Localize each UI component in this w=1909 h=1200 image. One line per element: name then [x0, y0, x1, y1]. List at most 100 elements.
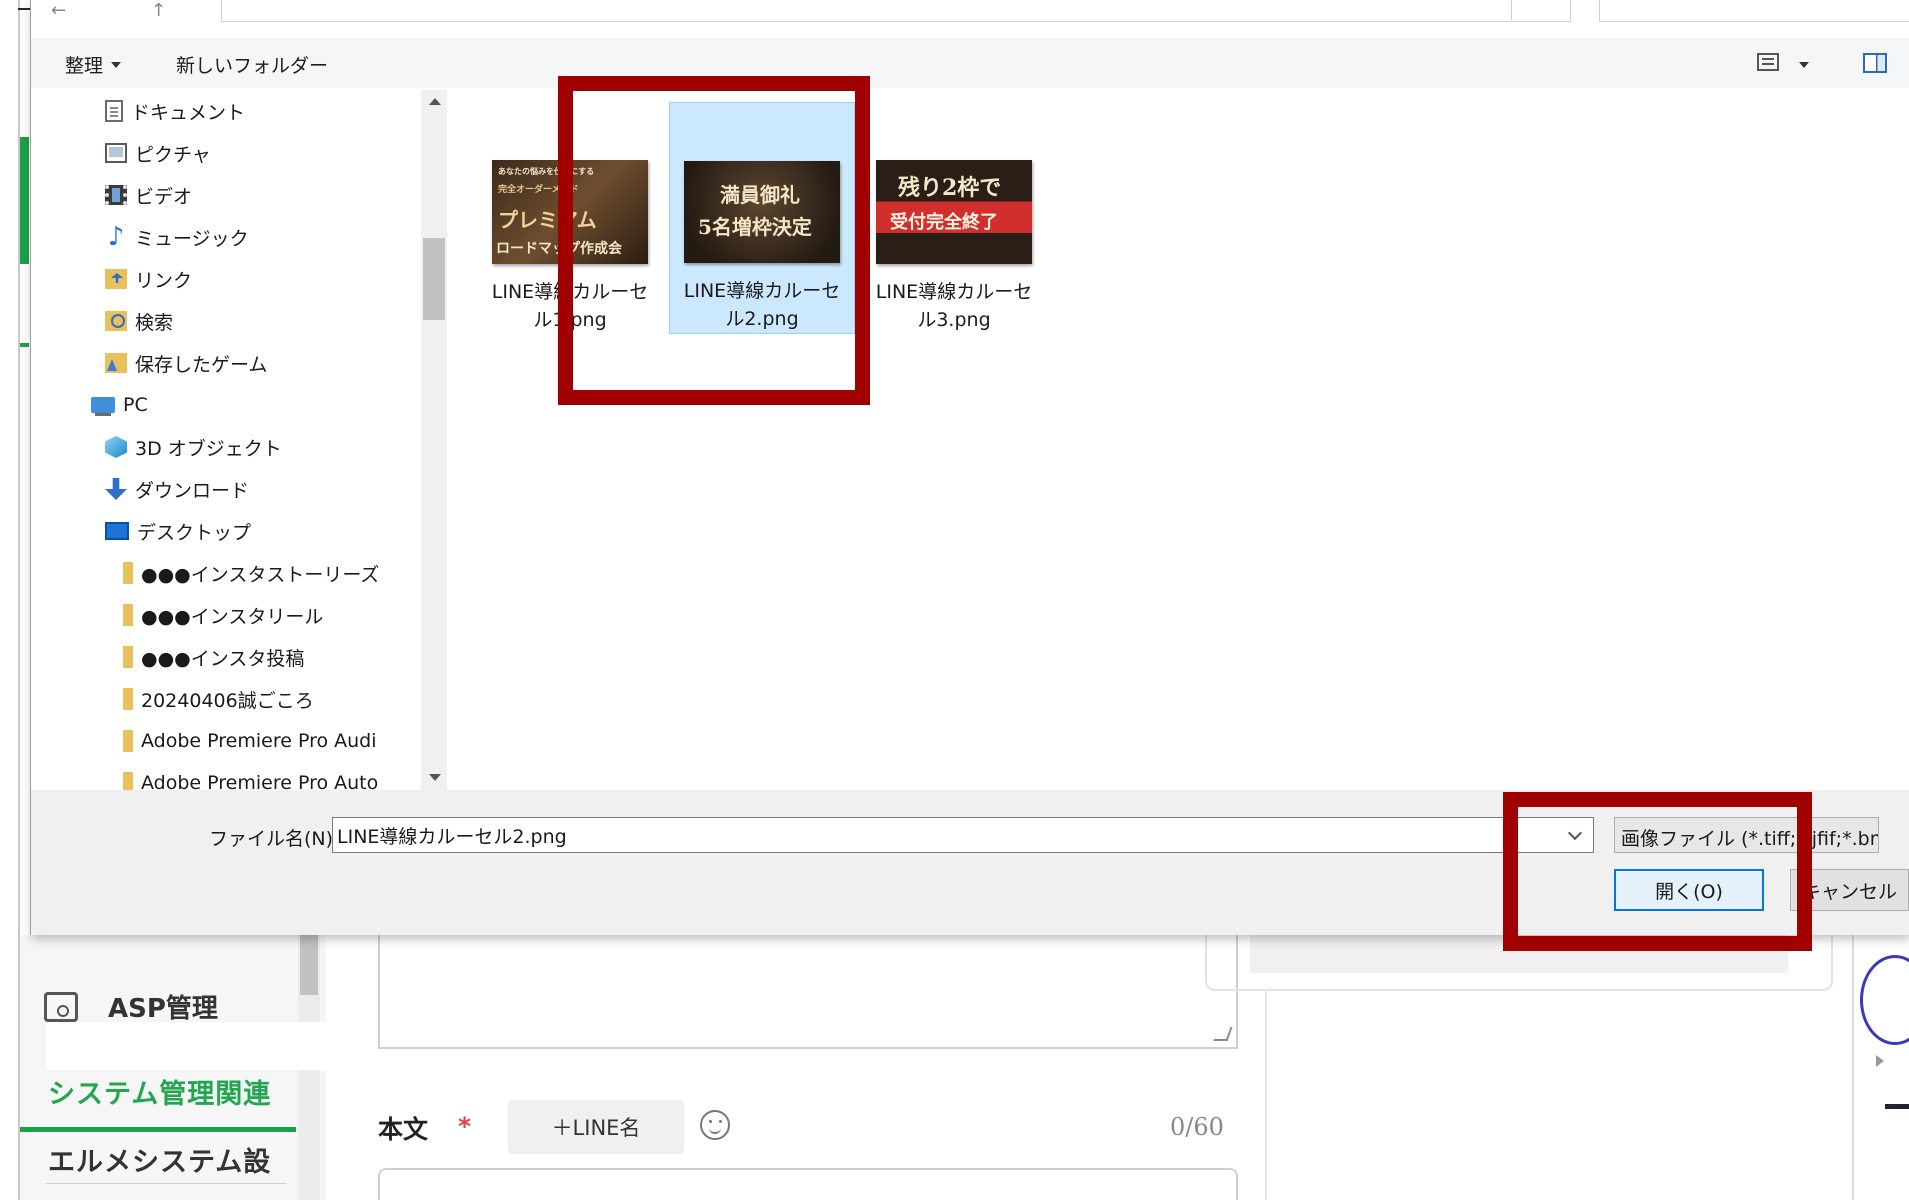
search-input[interactable] [1599, 0, 1909, 22]
sidebar-item-lme-system-settings[interactable]: エルメシステム設 [48, 1140, 271, 1179]
view-options-icon[interactable] [1757, 53, 1779, 71]
insert-line-name-button[interactable]: ＋LINE名 [508, 1100, 684, 1154]
nav-item-pc[interactable]: PC [91, 390, 148, 420]
desktop-icon [105, 522, 129, 540]
nav-item-label: Adobe Premiere Pro Auto [141, 772, 379, 790]
nav-item-label: 3D オブジェクト [135, 437, 282, 460]
nav-item-folder[interactable]: ●●●インスタ投稿 [123, 642, 304, 672]
up-arrow-icon[interactable]: ↑ [151, 0, 166, 21]
nav-item-folder[interactable]: ●●●インスタストーリーズ [123, 558, 379, 588]
nav-item-label: ビデオ [135, 185, 193, 208]
body-textarea[interactable] [378, 1168, 1238, 1200]
nav-item-label: ミュージック [135, 227, 249, 250]
preview-circle-graphic [1860, 955, 1909, 1045]
sidebar-active-indicator [20, 137, 29, 264]
nav-item-label: デスクトップ [137, 521, 252, 544]
filename-input[interactable] [332, 817, 1594, 853]
nav-item-folder[interactable]: 20240406誠ごころ [123, 684, 314, 714]
folder-icon [123, 562, 133, 584]
organize-button[interactable]: 整理 [65, 51, 122, 78]
column-divider [1265, 990, 1267, 1200]
3d-objects-icon [105, 436, 127, 458]
sidebar-scrollbar-thumb[interactable] [300, 935, 318, 995]
thumb-text: 残り2枠で [898, 175, 1002, 201]
nav-item-links[interactable]: リンク [105, 264, 192, 294]
message-textarea[interactable] [378, 935, 1238, 1049]
folder-icon [123, 604, 133, 626]
nav-item-saved-games[interactable]: 保存したゲーム [105, 348, 267, 378]
emoji-icon[interactable] [700, 1110, 730, 1140]
nav-item-label: ピクチャ [135, 143, 211, 166]
body-field-label: 本文 [378, 1115, 429, 1144]
highlight-box-selected-file [558, 76, 870, 405]
nav-pane-scrollbar[interactable] [421, 90, 447, 790]
download-icon [105, 478, 127, 500]
nav-item-folder[interactable]: ●●●インスタリール [123, 600, 323, 630]
view-chevron-down-icon[interactable] [1799, 62, 1809, 68]
preview-pane-icon[interactable] [1863, 53, 1887, 73]
nav-item-label: ●●●インスタストーリーズ [141, 563, 380, 586]
file-thumbnail: 残り2枠で 受付完全終了 [876, 160, 1032, 264]
thumb-text: 受付完全終了 [890, 212, 998, 233]
address-bar[interactable] [221, 0, 1571, 22]
nav-item-label: 保存したゲーム [135, 353, 268, 376]
nav-scrollbar-thumb[interactable] [423, 238, 445, 320]
pc-icon [91, 397, 115, 416]
scroll-down-icon[interactable] [429, 774, 441, 781]
chevron-down-icon [111, 61, 122, 68]
filename-label: ファイル名(N): [209, 828, 340, 850]
nav-item-label: 20240406誠ごころ [141, 689, 314, 712]
dark-bar-graphic [1885, 1104, 1909, 1109]
required-mark: * [458, 1112, 472, 1141]
new-folder-button[interactable]: 新しいフォルダー [176, 51, 328, 78]
nav-item-label: PC [123, 394, 148, 416]
video-icon [105, 185, 127, 205]
nav-item-searches[interactable]: 検索 [105, 306, 173, 336]
folder-icon [123, 772, 133, 790]
resize-handle-icon[interactable] [1213, 1027, 1233, 1041]
nav-item-desktop[interactable]: デスクトップ [105, 516, 251, 546]
sidebar-indicator-small [20, 343, 29, 347]
nav-item-documents[interactable]: ドキュメント [105, 96, 245, 126]
nav-item-label: ダウンロード [135, 479, 250, 502]
section-underline [20, 1127, 296, 1132]
folder-icon [123, 646, 133, 668]
asp-management-icon [44, 991, 78, 1022]
nav-item-label: ドキュメント [131, 101, 246, 124]
address-dropdown[interactable] [1511, 0, 1512, 20]
sidebar-item-asp[interactable]: ASP管理 [44, 988, 218, 1025]
file-item[interactable]: 残り2枠で 受付完全終了 LINE導線カルーセル3.png [861, 102, 1047, 334]
nav-item-label: 検索 [135, 311, 174, 334]
sidebar-divider [46, 1183, 286, 1184]
nav-item-3d-objects[interactable]: 3D オブジェクト [105, 432, 282, 462]
scroll-up-icon[interactable] [429, 98, 441, 105]
nav-item-label: リンク [135, 269, 193, 292]
right-panel-divider [1852, 935, 1854, 1200]
search-folder-icon [105, 311, 127, 331]
nav-item-label: ●●●インスタ投稿 [141, 647, 305, 670]
nav-item-label: ●●●インスタリール [141, 605, 324, 628]
back-arrow-icon[interactable]: ← [51, 0, 66, 21]
nav-item-label: Adobe Premiere Pro Audi [141, 730, 377, 752]
organize-label: 整理 [65, 55, 104, 77]
sidebar-section-system-management[interactable]: システム管理関連 [48, 1072, 271, 1111]
play-arrow-icon[interactable] [1876, 1055, 1884, 1067]
nav-item-folder[interactable]: Adobe Premiere Pro Auto [123, 768, 378, 790]
pictures-icon [105, 143, 127, 163]
document-icon [105, 100, 123, 122]
links-folder-icon [105, 269, 127, 289]
nav-item-folder[interactable]: Adobe Premiere Pro Audi [123, 726, 377, 756]
music-icon: ♪ [107, 222, 125, 252]
nav-item-downloads[interactable]: ダウンロード [105, 474, 249, 504]
highlight-box-open-button [1503, 792, 1812, 951]
nav-item-videos[interactable]: ビデオ [105, 180, 192, 210]
char-counter: 0/60 [1170, 1113, 1224, 1141]
nav-item-pictures[interactable]: ピクチャ [105, 138, 211, 168]
folder-icon [123, 730, 133, 752]
sidebar-item-asp-label: ASP管理 [108, 994, 218, 1024]
nav-item-music[interactable]: ♪ ミュージック [105, 222, 249, 252]
file-name: LINE導線カルーセル3.png [875, 281, 1033, 331]
folder-icon [123, 688, 133, 710]
refresh-icon[interactable] [1551, 0, 1571, 18]
saved-games-icon [105, 353, 127, 373]
